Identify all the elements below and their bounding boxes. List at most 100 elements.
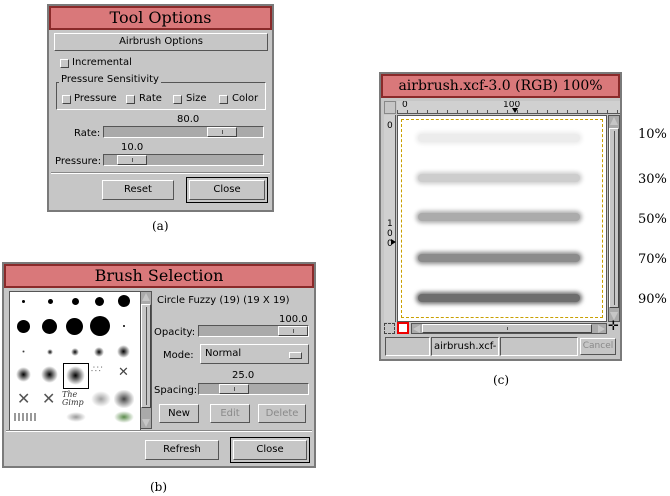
brush-circle-small[interactable]	[123, 325, 125, 327]
tool-options-window: Tool Options Airbrush Options Incrementa…	[47, 4, 274, 212]
edit-brush-button[interactable]: Edit	[210, 404, 250, 423]
airbrush-stroke-10	[418, 134, 580, 142]
quickmask-off-icon[interactable]	[384, 323, 395, 334]
brush-circle-13[interactable]	[42, 319, 57, 334]
rate-check-label: Rate	[139, 93, 162, 104]
brush-texture-5[interactable]	[66, 412, 86, 422]
pressure-slider[interactable]	[103, 154, 264, 166]
pressure-label-30: 30%	[638, 172, 667, 187]
scroll-up-arrow-icon[interactable]	[142, 293, 150, 301]
rate-value: 80.0	[177, 114, 200, 125]
brush-circle-15[interactable]	[66, 318, 83, 335]
brush-fuzzy-3[interactable]	[47, 349, 53, 355]
brush-grid[interactable]: ∴∵ ✕ ✕ ✕ The Gimp	[9, 291, 141, 431]
color-checkbox[interactable]	[219, 95, 228, 104]
navigate-icon[interactable]: ✛	[608, 320, 619, 333]
brush-cross[interactable]: ✕	[118, 365, 129, 380]
hscroll-thumb[interactable]	[422, 324, 592, 333]
mode-value: Normal	[205, 348, 242, 359]
hscroll-left-arrow-icon[interactable]	[413, 325, 420, 333]
brush-grid-scroll-thumb[interactable]	[141, 304, 151, 408]
brush-circle-17[interactable]	[90, 316, 110, 336]
quickmask-on-icon[interactable]	[397, 322, 409, 334]
scroll-down-arrow-icon[interactable]	[142, 419, 150, 427]
brush-fuzzy-11[interactable]	[16, 367, 31, 382]
horizontal-scrollbar[interactable]	[411, 323, 607, 334]
brush-x-1[interactable]: ✕	[17, 389, 30, 408]
brush-fuzzy-5[interactable]	[71, 348, 79, 356]
status-progress-field	[500, 337, 578, 356]
brush-selection-window: Brush Selection ∴∵ ✕ ✕ ✕ The Gimp Circle…	[2, 262, 316, 468]
status-filename-field: airbrush.xcf-	[431, 337, 499, 356]
rate-slider-thumb[interactable]	[207, 127, 237, 137]
opacity-slider-thumb[interactable]	[278, 326, 308, 336]
size-check-label: Size	[186, 93, 207, 104]
pressure-check-label: Pressure	[74, 93, 117, 104]
left-ruler-marker-icon	[391, 239, 396, 245]
status-cancel-button[interactable]: Cancel	[580, 338, 616, 355]
pressure-sensitivity-label: Pressure Sensitivity	[59, 74, 161, 85]
brush-gimp-text[interactable]: The Gimp	[62, 391, 88, 407]
brush-texture-4[interactable]	[14, 413, 38, 421]
caption-c: (c)	[493, 373, 510, 387]
brush-x-2[interactable]: ✕	[42, 389, 55, 408]
rate-checkbox[interactable]	[126, 95, 135, 104]
brush-circle-3[interactable]	[48, 299, 53, 304]
airbrush-options-button[interactable]: Airbrush Options	[54, 33, 268, 51]
status-filename: airbrush.xcf-	[434, 341, 497, 352]
delete-brush-button[interactable]: Delete	[258, 404, 306, 423]
vscroll-up-arrow-icon[interactable]	[610, 117, 618, 125]
incremental-label: Incremental	[72, 57, 132, 68]
refresh-button[interactable]: Refresh	[145, 440, 219, 460]
brush-selection-titlebar[interactable]: Brush Selection	[4, 264, 314, 288]
vscroll-thumb[interactable]	[609, 128, 619, 308]
pressure-label-10: 10%	[638, 127, 667, 142]
brush-circle-1[interactable]	[22, 300, 25, 303]
size-checkbox[interactable]	[173, 95, 182, 104]
brush-texture-2[interactable]	[91, 391, 111, 407]
tool-options-titlebar[interactable]: Tool Options	[49, 6, 272, 30]
button-separator	[51, 172, 270, 174]
brush-texture-6[interactable]	[114, 411, 134, 423]
spacing-value: 25.0	[232, 370, 255, 381]
top-ruler[interactable]: 0 100	[397, 101, 620, 114]
incremental-checkbox[interactable]	[60, 59, 69, 68]
left-ruler[interactable]: 0 100	[384, 115, 396, 322]
brush-circle-9[interactable]	[118, 295, 130, 307]
ruler-corner	[384, 101, 396, 114]
close-button[interactable]: Close	[186, 177, 268, 203]
brush-fuzzy-9[interactable]	[117, 345, 130, 358]
top-ruler-marker-icon	[512, 108, 518, 113]
pressure-checkbox[interactable]	[62, 95, 71, 104]
spacing-slider-thumb[interactable]	[219, 384, 249, 394]
spacing-slider[interactable]	[198, 383, 309, 395]
image-window-titlebar[interactable]: airbrush.xcf-3.0 (RGB) 100%	[381, 74, 620, 98]
mode-dropdown[interactable]: Normal	[200, 344, 309, 364]
brush-circle-11[interactable]	[17, 320, 30, 333]
brush-circle-7[interactable]	[95, 297, 104, 306]
opacity-value: 100.0	[279, 314, 308, 325]
mode-label: Mode:	[163, 350, 194, 361]
vertical-scrollbar[interactable]	[608, 115, 620, 322]
spacing-label: Spacing:	[154, 385, 198, 396]
reset-button[interactable]: Reset	[102, 180, 174, 200]
brush-close-button[interactable]: Close	[230, 437, 310, 463]
brush-fuzzy-1[interactable]	[22, 350, 25, 353]
brush-texture-3[interactable]	[114, 390, 134, 408]
new-brush-button[interactable]: New	[159, 404, 199, 423]
pressure-label-90: 90%	[638, 292, 667, 307]
pressure-slider-thumb[interactable]	[117, 155, 147, 165]
airbrush-stroke-90	[418, 294, 580, 302]
brush-fuzzy-7[interactable]	[94, 347, 104, 357]
hscroll-right-arrow-icon[interactable]	[598, 325, 605, 333]
opacity-label: Opacity:	[154, 327, 196, 338]
pressure-value: 10.0	[121, 142, 144, 153]
brush-grid-scrollbar[interactable]	[140, 291, 152, 429]
rate-slider[interactable]	[103, 126, 264, 138]
brush-circle-5[interactable]	[72, 298, 79, 305]
brush-name: Circle Fuzzy (19) (19 X 19)	[157, 295, 290, 306]
brush-fuzzy-15[interactable]	[41, 366, 58, 383]
brush-fuzzy-19-selected[interactable]	[66, 366, 85, 385]
opacity-slider[interactable]	[198, 325, 309, 337]
brush-texture-1[interactable]: ∴∵	[91, 365, 111, 385]
